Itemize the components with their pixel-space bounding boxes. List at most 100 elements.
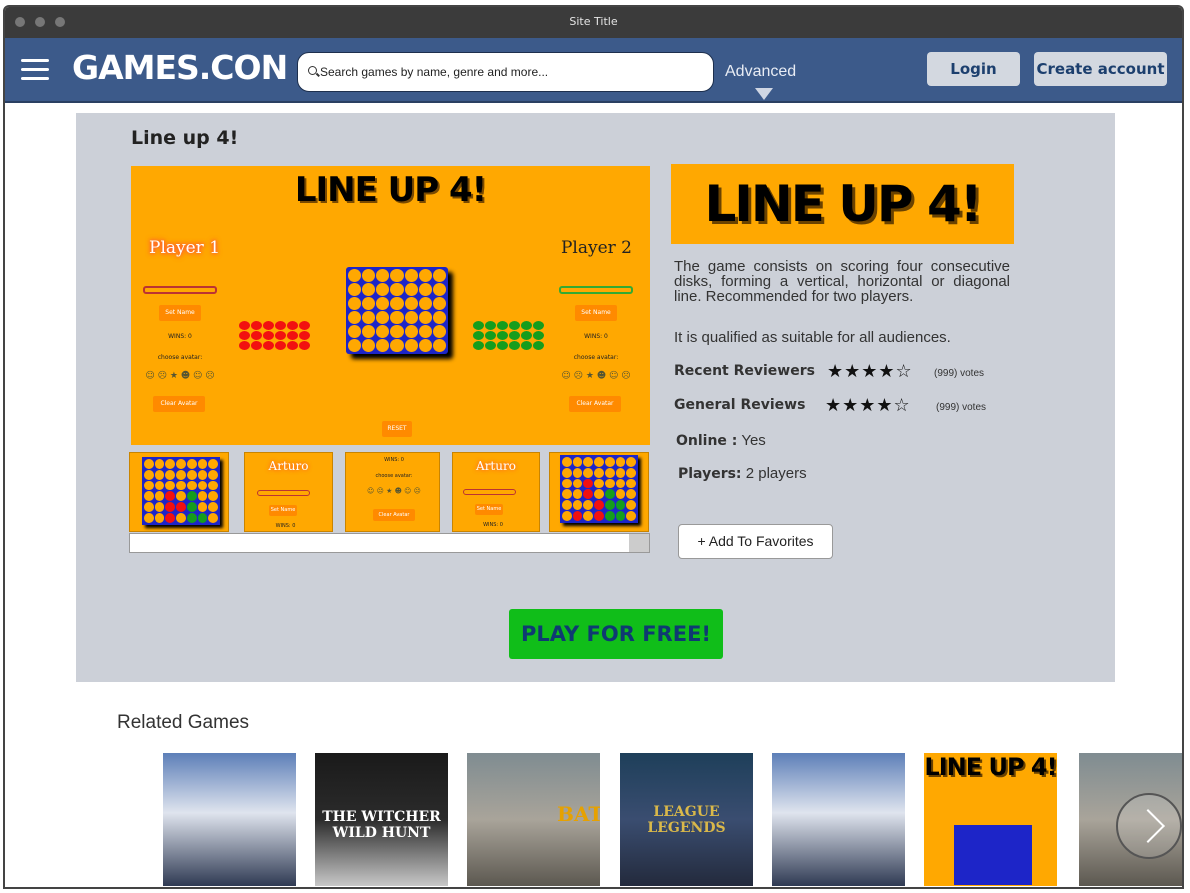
board-slot	[988, 837, 998, 846]
board-slot	[988, 856, 998, 865]
board-slot	[432, 283, 446, 296]
thumbnail-2[interactable]: Arturo Set Name WINS: 0	[244, 452, 333, 532]
board-slot	[432, 269, 446, 282]
board-slot	[418, 339, 432, 352]
board-slot	[390, 297, 404, 310]
board-slot	[208, 491, 218, 502]
board-slot	[594, 511, 604, 521]
board-slot	[1020, 865, 1030, 874]
related-game-caption: THE WITCHER WILD HUNT	[322, 809, 441, 841]
title-bar: Site Title	[5, 7, 1182, 38]
create-account-button[interactable]: Create account	[1034, 52, 1167, 86]
thumbnail-choose-avatar: choose avatar:	[375, 473, 413, 479]
play-for-free-button[interactable]: PLAY FOR FREE!	[509, 609, 723, 659]
board-slot	[362, 269, 376, 282]
game-detail-panel: Line up 4! LINE UP 4! Player 1 Player 2 …	[76, 113, 1115, 682]
players-value: 2 players	[745, 465, 807, 482]
scrollbar-thumb[interactable]	[629, 534, 649, 552]
board-slot	[432, 311, 446, 324]
related-game-1[interactable]	[163, 753, 296, 886]
thumbnail-3[interactable]: WINS: 0 choose avatar: ☺ ☹ ★ ☻ ☺ ☹ Clear…	[345, 452, 440, 532]
related-game-2[interactable]: THE WITCHER WILD HUNT	[315, 753, 448, 886]
board-slot	[186, 513, 197, 523]
search-input[interactable]	[320, 61, 700, 83]
advanced-search-link[interactable]: Advanced	[725, 63, 796, 81]
board-slot	[208, 513, 218, 523]
board-slot	[176, 491, 186, 502]
board-slot	[186, 459, 197, 469]
board-slot	[967, 865, 977, 874]
board-slot	[197, 480, 208, 491]
board-slot	[432, 297, 446, 310]
game-title: Line up 4!	[131, 127, 239, 149]
site-logo[interactable]: GAMES.CON	[72, 48, 288, 87]
board-slot	[208, 480, 218, 491]
board-slot	[144, 480, 154, 491]
board-slot	[594, 467, 604, 478]
board-slot	[432, 325, 446, 338]
board-slot	[999, 856, 1009, 865]
board-slot	[1010, 827, 1020, 836]
board-slot	[956, 865, 966, 874]
add-to-favorites-button[interactable]: + Add To Favorites	[678, 524, 833, 559]
thumbnail-4[interactable]: Arturo Set Name WINS: 0	[452, 452, 540, 532]
window-title: Site Title	[569, 15, 618, 28]
board-slot	[418, 297, 432, 310]
board-slot	[572, 500, 583, 511]
advanced-dropdown-arrow-icon[interactable]	[755, 88, 773, 100]
search-box[interactable]	[297, 52, 714, 92]
board-slot	[390, 269, 404, 282]
player2-clear-avatar-button: Clear Avatar	[569, 396, 621, 412]
carousel-next-arrow-icon[interactable]	[1116, 793, 1182, 859]
related-game-5[interactable]	[772, 753, 905, 886]
board-slot	[197, 513, 208, 523]
board-slot	[626, 500, 636, 511]
login-button[interactable]: Login	[927, 52, 1020, 86]
board-slot	[165, 491, 176, 502]
board-slot	[154, 480, 165, 491]
board-slot	[615, 489, 626, 500]
related-game-4[interactable]: LEAGUE LEGENDS	[620, 753, 753, 886]
board-slot	[604, 511, 615, 521]
board-slot	[404, 325, 418, 338]
board-slot	[1020, 846, 1030, 855]
thumbnail-scrollbar[interactable]	[129, 533, 650, 553]
board-slot	[197, 491, 208, 502]
player1-red-disks	[239, 321, 310, 350]
hamburger-menu-icon[interactable]	[21, 59, 49, 81]
thumbnail-wins: WINS: 0	[483, 522, 503, 528]
recent-reviewers-votes: (999) votes	[934, 368, 985, 379]
game-screenshot[interactable]: LINE UP 4! Player 1 Player 2 Set Name Se…	[131, 166, 650, 445]
board-slot	[348, 325, 362, 338]
related-game-caption: LEAGUE LEGENDS	[647, 804, 726, 836]
board-slot	[144, 459, 154, 469]
thumbnail-board	[142, 457, 220, 525]
related-game-caption: BAT	[557, 802, 600, 826]
thumbnail-name-field	[257, 490, 310, 496]
board-slot	[572, 457, 583, 467]
thumbnail-set-name: Set Name	[475, 504, 503, 515]
board-slot	[604, 500, 615, 511]
board-slot	[562, 478, 572, 489]
player1-avatar-options: ☺ ☹ ★ ☻ ☺ ☹	[145, 371, 215, 381]
board-slot	[999, 837, 1009, 846]
thumbnail-1[interactable]	[129, 452, 229, 532]
related-game-6[interactable]: LINE UP 4!	[924, 753, 1057, 886]
board-slot	[390, 311, 404, 324]
board-slot	[348, 283, 362, 296]
board-slot	[390, 325, 404, 338]
board-slot	[1010, 856, 1020, 865]
board-slot	[594, 500, 604, 511]
board-slot	[348, 269, 362, 282]
board-slot	[404, 339, 418, 352]
board-slot	[583, 467, 594, 478]
thumbnail-5[interactable]	[549, 452, 649, 532]
board-slot	[165, 459, 176, 469]
general-reviews-stars: ★★★★☆	[825, 395, 911, 416]
board-slot	[208, 502, 218, 513]
board-slot	[626, 478, 636, 489]
related-game-3[interactable]: BAT	[467, 753, 600, 886]
board-slot	[404, 283, 418, 296]
board-slot	[988, 875, 998, 884]
thumbnail-wins: WINS: 0	[275, 523, 296, 529]
